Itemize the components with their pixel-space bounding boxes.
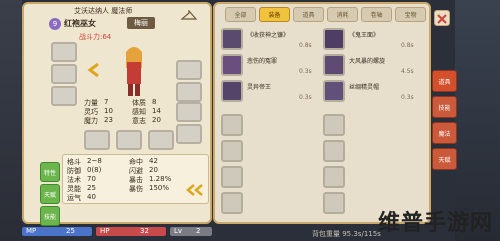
inventory-tab[interactable]: 宝物: [395, 7, 426, 22]
equip-slot-2[interactable]: [51, 64, 77, 84]
stat-value: 23: [104, 116, 113, 124]
stat-label: 意志: [132, 117, 146, 125]
stat-label: 魔力: [84, 117, 98, 125]
hanger-icon[interactable]: [180, 5, 198, 20]
item-slot[interactable]: [323, 28, 345, 50]
level-badge: 9: [49, 18, 61, 30]
inventory-tab[interactable]: 全部: [225, 7, 256, 22]
collapse-icon[interactable]: [186, 182, 204, 196]
mp-value: 25: [66, 227, 75, 235]
equip-slot-6[interactable]: [176, 102, 202, 122]
item-name: 大风暴的螺旋: [349, 58, 386, 65]
lv-bar: Lv 2: [170, 227, 212, 236]
inventory-tab[interactable]: 卷轴: [361, 7, 392, 22]
item-count: 4.5s: [401, 68, 414, 75]
inventory-panel: 全部 装备 道具 消耗 卷轴 宝物 《收获神之镰》 0.8s 《鬼王面》 0.8…: [213, 2, 431, 224]
side-button-skills[interactable]: 技能: [432, 96, 457, 118]
close-icon[interactable]: [434, 10, 450, 26]
item-name: 悲伤的冤罪: [247, 58, 278, 65]
equip-slot-9[interactable]: [148, 130, 174, 150]
equip-slot-7[interactable]: [84, 130, 110, 150]
item-slot[interactable]: [221, 54, 243, 76]
stat-value: 20: [152, 116, 161, 124]
character-title: 艾沃达纳人 魔法师: [74, 7, 133, 15]
item-count: 0.8s: [401, 42, 414, 49]
empty-item-slot[interactable]: [323, 114, 345, 136]
detail-value: 25: [87, 184, 96, 192]
empty-item-slot[interactable]: [221, 166, 243, 188]
detail-value: 20: [149, 166, 158, 174]
item-slot[interactable]: [323, 54, 345, 76]
equip-slot-1[interactable]: [51, 42, 77, 62]
detail-value: 0(8): [87, 166, 102, 174]
character-tag[interactable]: 梅丽: [127, 17, 155, 29]
item-slot[interactable]: [221, 80, 243, 102]
battle-power: 战斗力:64: [79, 33, 112, 41]
empty-item-slot[interactable]: [323, 166, 345, 188]
lv-label: Lv: [174, 227, 183, 235]
prev-character-icon[interactable]: [86, 62, 102, 78]
stat-value: 8: [152, 98, 157, 106]
left-game-background: [0, 0, 22, 241]
green-button-1[interactable]: 特性: [40, 162, 60, 182]
stat-value: 14: [152, 107, 161, 115]
detail-value: 42: [149, 157, 158, 165]
bag-weight: 背包重量 95.3s/115s: [312, 230, 381, 238]
character-name: 红袍巫女: [64, 19, 96, 28]
detail-label: 运气: [67, 194, 81, 202]
item-name: 丝绸精灵帽: [349, 84, 380, 91]
item-slot[interactable]: [323, 80, 345, 102]
mp-label: MP: [26, 227, 37, 235]
empty-item-slot[interactable]: [221, 192, 243, 214]
stat-value: 10: [104, 107, 113, 115]
empty-item-slot[interactable]: [221, 140, 243, 162]
side-button-magic[interactable]: 魔法: [432, 122, 457, 144]
detail-value: 1.28%: [149, 175, 172, 183]
detail-value: 70: [87, 175, 96, 183]
side-button-talent[interactable]: 天赋: [432, 148, 457, 170]
side-button-items[interactable]: 道具: [432, 70, 457, 92]
inventory-tab-active[interactable]: 装备: [259, 7, 290, 22]
character-sprite: [116, 44, 152, 100]
empty-item-slot[interactable]: [323, 192, 345, 214]
detail-label: 暴伤: [129, 185, 143, 193]
empty-item-slot[interactable]: [221, 114, 243, 136]
equip-slot-10[interactable]: [176, 124, 202, 144]
detail-value: 40: [87, 193, 96, 201]
item-name: 《鬼王面》: [349, 32, 380, 39]
empty-item-slot[interactable]: [323, 140, 345, 162]
hp-label: HP: [100, 227, 110, 235]
hp-value: 32: [140, 227, 149, 235]
equip-slot-8[interactable]: [116, 130, 142, 150]
item-count: 0.3s: [299, 94, 312, 101]
detail-value: 150%: [149, 184, 170, 192]
detail-value: 2~8: [87, 157, 102, 165]
item-count: 0.8s: [299, 42, 312, 49]
item-name: 灵异帝王: [247, 84, 272, 91]
item-count: 0.3s: [299, 68, 312, 75]
inventory-tab[interactable]: 道具: [293, 7, 324, 22]
inventory-tab[interactable]: 消耗: [327, 7, 358, 22]
equip-slot-4[interactable]: [176, 60, 202, 80]
green-button-3[interactable]: 技能: [40, 206, 60, 226]
hp-bar: HP 32: [96, 227, 166, 236]
item-slot[interactable]: [221, 28, 243, 50]
stat-value: 7: [104, 98, 109, 106]
item-name: 《收获神之镰》: [247, 32, 290, 39]
equip-slot-5[interactable]: [176, 82, 202, 102]
mp-bar: MP 25: [22, 227, 92, 236]
watermark: 维普手游网: [378, 211, 494, 236]
item-count: 0.3s: [401, 94, 414, 101]
equip-slot-3[interactable]: [51, 86, 77, 106]
lv-value: 2: [196, 227, 201, 235]
green-button-2[interactable]: 天赋: [40, 184, 60, 204]
